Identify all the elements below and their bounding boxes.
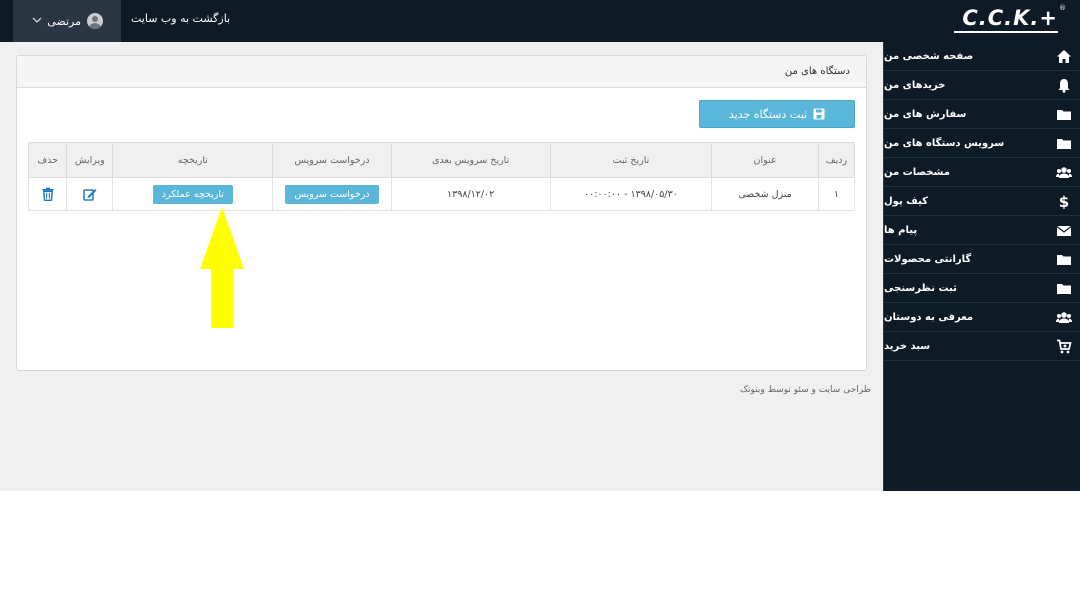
logo-underline — [954, 31, 1058, 33]
sidebar-item-cart[interactable]: سبد خرید — [884, 332, 1080, 361]
service-request-button[interactable]: درخواست سرویس — [285, 184, 379, 204]
envelope-icon — [1056, 223, 1072, 238]
new-device-label: ثبت دستگاه جدید — [728, 107, 808, 121]
performance-history-button[interactable]: تاریخچه عملکرد — [152, 184, 233, 204]
folder-icon — [1056, 252, 1072, 267]
logo-registered-mark: ® — [1059, 4, 1066, 12]
col-delete-header: حذف — [27, 142, 68, 178]
folder-icon — [1056, 107, 1072, 122]
row-next-service: ۱۳۹۸/۱۲/۰۲ — [390, 177, 551, 211]
sidebar-item-label: گارانتی محصولات — [884, 253, 972, 265]
new-device-button[interactable]: ثبت دستگاه جدید — [699, 100, 855, 128]
main-content: دستگاه های من ثبت دستگاه جدید ردیف عنوان… — [0, 42, 883, 491]
sidebar-item-refer-friends[interactable]: معرفی به دوستان — [884, 303, 1080, 332]
users-icon — [1056, 165, 1072, 180]
annotation-arrow-icon — [200, 207, 244, 328]
panel-title: دستگاه های من — [784, 66, 850, 77]
dollar-icon: $ — [1056, 194, 1072, 209]
svg-text:$: $ — [1059, 194, 1069, 209]
sidebar-item-label: خریدهای من — [884, 79, 946, 91]
sidebar-item-label: مشخصات من — [884, 166, 950, 178]
col-register-date-header: تاریخ ثبت — [549, 142, 713, 178]
row-delete-cell — [27, 177, 68, 211]
devices-table: ردیف عنوان تاریخ ثبت تاریخ سرویس بعدی در… — [27, 142, 856, 211]
col-edit-header: ویرایش — [66, 142, 114, 178]
row-service-request-cell: درخواست سرویس — [272, 177, 392, 211]
sidebar-item-label: صفحه شخصی من — [884, 50, 974, 62]
row-register-date: ۱۳۹۸/۰۵/۳۰ - ۰۰:۰۰:۰۰ — [549, 177, 713, 211]
sidebar-item-profile-page[interactable]: صفحه شخصی من — [884, 42, 1080, 71]
col-history-header: تاریخچه — [112, 142, 274, 178]
sidebar-item-my-orders[interactable]: سفارش های من — [884, 100, 1080, 129]
table-row: ۱ منزل شخصی ۱۳۹۸/۰۵/۳۰ - ۰۰:۰۰:۰۰ ۱۳۹۸/۱… — [27, 177, 856, 211]
sidebar-item-label: معرفی به دوستان — [884, 311, 974, 323]
sidebar-item-device-service[interactable]: سرویس دستگاه های من — [884, 129, 1080, 158]
sidebar-item-label: سرویس دستگاه های من — [884, 137, 1005, 149]
sidebar-item-label: سفارش های من — [884, 108, 967, 120]
row-title: منزل شخصی — [711, 177, 819, 211]
sidebar-item-label: پیام ها — [884, 224, 918, 236]
panel-header: دستگاه های من — [17, 56, 866, 88]
folder-icon — [1056, 136, 1072, 151]
logo[interactable]: C.C.K.+ ® — [946, 4, 1066, 36]
footer-credit: طراحی سایت و سئو توسط وبتوتک — [740, 385, 871, 395]
sidebar-item-wallet[interactable]: $ کیف پول — [884, 187, 1080, 216]
edit-icon[interactable] — [83, 187, 97, 201]
sidebar-item-survey[interactable]: ثبت نظرسنجی — [884, 274, 1080, 303]
avatar — [87, 13, 103, 29]
my-devices-panel: دستگاه های من ثبت دستگاه جدید ردیف عنوان… — [16, 55, 867, 371]
col-title-header: عنوان — [711, 142, 819, 178]
trash-icon[interactable] — [41, 187, 55, 201]
sidebar-item-label: کیف پول — [884, 195, 928, 207]
row-history-cell: تاریخچه عملکرد — [112, 177, 274, 211]
user-name: مرتضی — [47, 14, 81, 28]
users-icon — [1056, 310, 1072, 325]
col-service-request-header: درخواست سرویس — [272, 142, 392, 178]
sidebar-item-messages[interactable]: پیام ها — [884, 216, 1080, 245]
save-icon — [813, 108, 825, 120]
bell-icon — [1056, 78, 1072, 93]
folder-icon — [1056, 281, 1072, 296]
table-header-row: ردیف عنوان تاریخ ثبت تاریخ سرویس بعدی در… — [27, 142, 856, 178]
user-menu[interactable]: مرتضی — [13, 0, 121, 42]
home-icon — [1056, 49, 1072, 64]
sidebar: صفحه شخصی من خریدهای من سفارش های من سرو… — [883, 42, 1080, 491]
sidebar-item-label: سبد خرید — [884, 340, 931, 352]
logo-text: C.C.K.+ — [962, 6, 1058, 30]
row-index: ۱ — [817, 177, 856, 211]
top-bar: مرتضی بازگشت به وب سایت C.C.K.+ ® — [0, 0, 1080, 42]
back-to-site-link[interactable]: بازگشت به وب سایت — [131, 12, 230, 25]
col-next-service-header: تاریخ سرویس بعدی — [390, 142, 551, 178]
col-index-header: ردیف — [817, 142, 856, 178]
chevron-down-icon — [32, 17, 42, 23]
sidebar-item-product-warranty[interactable]: گارانتی محصولات — [884, 245, 1080, 274]
row-edit-cell — [66, 177, 114, 211]
sidebar-item-my-purchases[interactable]: خریدهای من — [884, 71, 1080, 100]
cart-icon — [1056, 339, 1072, 354]
sidebar-item-label: ثبت نظرسنجی — [884, 282, 957, 294]
sidebar-item-my-profile[interactable]: مشخصات من — [884, 158, 1080, 187]
